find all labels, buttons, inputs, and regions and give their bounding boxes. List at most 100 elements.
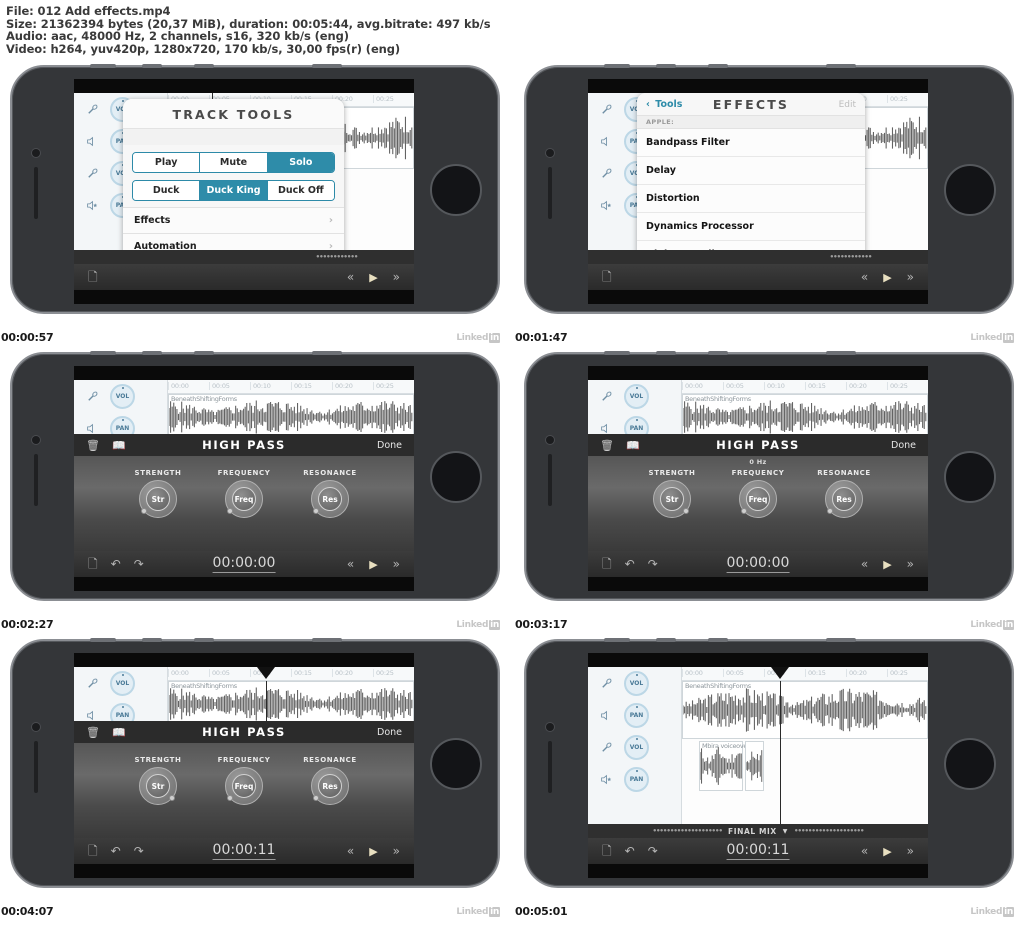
wrench-icon[interactable]: [588, 167, 624, 180]
speaker-star-icon[interactable]: [588, 199, 624, 212]
edit-button[interactable]: Edit: [839, 100, 856, 110]
vol-knob[interactable]: VOL: [624, 383, 649, 409]
track-head-row[interactable]: VOL: [588, 380, 681, 412]
effect-list-item[interactable]: Bandpass Filter: [637, 129, 865, 158]
volume-up-button[interactable]: [656, 351, 676, 356]
segment-solo[interactable]: Solo: [267, 153, 334, 173]
speaker-icon[interactable]: [74, 135, 110, 148]
wrench-icon[interactable]: [74, 390, 110, 403]
home-button[interactable]: [944, 737, 996, 790]
volume-down-button[interactable]: [194, 638, 214, 643]
play-icon[interactable]: ▶: [883, 846, 891, 857]
knob-handle[interactable]: [169, 795, 175, 802]
wrench-icon[interactable]: [588, 103, 624, 116]
freq-knob[interactable]: Freq: [739, 480, 777, 519]
volume-down-button[interactable]: [194, 351, 214, 356]
segment-duck-king[interactable]: Duck King: [200, 181, 268, 201]
undo-icon[interactable]: ↶: [625, 845, 635, 857]
redo-icon[interactable]: ↷: [134, 845, 144, 857]
res-knob[interactable]: Res: [825, 480, 863, 519]
fast-forward-icon[interactable]: »: [907, 558, 914, 570]
final-mix-bar[interactable]: ••••••••••••: [74, 250, 414, 265]
rewind-icon[interactable]: «: [861, 271, 868, 283]
document-icon[interactable]: 🗋: [602, 845, 612, 857]
chevron-down-icon[interactable]: ▼: [783, 828, 788, 835]
knob-handle[interactable]: [313, 795, 319, 802]
segment-duck-off[interactable]: Duck Off: [267, 181, 334, 201]
play-icon[interactable]: ▶: [883, 272, 891, 283]
volume-up-button[interactable]: [142, 351, 162, 356]
volume-up-button[interactable]: [656, 638, 676, 643]
home-button[interactable]: [944, 450, 996, 503]
fast-forward-icon[interactable]: »: [393, 558, 400, 570]
segment-mute[interactable]: Mute: [200, 153, 268, 173]
play-icon[interactable]: ▶: [883, 559, 891, 570]
home-button[interactable]: [430, 737, 482, 790]
rewind-icon[interactable]: «: [347, 558, 354, 570]
timeline-ruler[interactable]: 00:0000:0500:1000:1500:2000:25: [682, 380, 928, 395]
volume-up-button[interactable]: [142, 64, 162, 69]
volume-down-button[interactable]: [708, 64, 728, 69]
power-button[interactable]: [312, 64, 342, 69]
play-icon[interactable]: ▶: [369, 272, 377, 283]
wrench-icon[interactable]: [74, 167, 110, 180]
redo-icon[interactable]: ↷: [648, 558, 658, 570]
duck-mode-segmented[interactable]: Duck Duck King Duck Off: [132, 180, 335, 202]
wrench-icon[interactable]: [588, 677, 624, 690]
undo-icon[interactable]: ↶: [111, 845, 121, 857]
rewind-icon[interactable]: «: [347, 845, 354, 857]
timeline-ruler[interactable]: 00:0000:0500:1000:1500:2000:25: [682, 667, 928, 682]
vol-knob[interactable]: VOL: [110, 383, 135, 409]
freq-knob[interactable]: Freq: [225, 480, 263, 519]
fast-forward-icon[interactable]: »: [907, 845, 914, 857]
track-head-row[interactable]: PAN: [588, 699, 681, 731]
knob-handle[interactable]: [313, 508, 319, 515]
fast-forward-icon[interactable]: »: [393, 845, 400, 857]
document-icon[interactable]: 🗋: [602, 271, 612, 283]
res-knob[interactable]: Res: [311, 767, 349, 806]
rewind-icon[interactable]: «: [861, 558, 868, 570]
track-head-row[interactable]: VOL: [74, 667, 167, 699]
fast-forward-icon[interactable]: »: [907, 271, 914, 283]
wrench-icon[interactable]: [588, 741, 624, 754]
track-head-row[interactable]: VOL: [588, 731, 681, 763]
str-knob[interactable]: Str: [139, 480, 177, 519]
video-frame[interactable]: VOL PAN VOL PAN 00:0000:0500:1000:1500:2…: [514, 345, 1024, 609]
playback-mode-segmented[interactable]: Play Mute Solo: [132, 152, 335, 174]
vol-knob[interactable]: VOL: [624, 670, 649, 696]
back-to-tools-button[interactable]: ‹ Tools: [646, 99, 682, 110]
track-head-row[interactable]: PAN: [588, 763, 681, 795]
volume-up-button[interactable]: [656, 64, 676, 69]
video-frame[interactable]: VOL PAN VOL PAN 00:0000:0500:1000:1500:2…: [0, 632, 510, 896]
audio-clip-voice-b[interactable]: [745, 741, 764, 792]
wrench-icon[interactable]: [588, 390, 624, 403]
volume-down-button[interactable]: [708, 638, 728, 643]
video-frame[interactable]: VOL PAN VOL PAN 00:0000:0500:1000:1500:2…: [514, 58, 1024, 322]
knob-handle[interactable]: [227, 508, 233, 515]
pan-knob[interactable]: PAN: [624, 766, 649, 792]
pan-knob[interactable]: PAN: [624, 702, 649, 728]
redo-icon[interactable]: ↷: [134, 558, 144, 570]
document-icon[interactable]: 🗋: [602, 558, 612, 570]
str-knob[interactable]: Str: [653, 480, 691, 519]
effect-list-item[interactable]: Distortion: [637, 185, 865, 214]
timeline-ruler[interactable]: 00:0000:0500:1000:1500:2000:25: [168, 380, 414, 395]
fast-forward-icon[interactable]: »: [393, 271, 400, 283]
speaker-star-icon[interactable]: [588, 773, 624, 786]
power-button[interactable]: [312, 351, 342, 356]
popover-row-effects[interactable]: Effects ›: [123, 207, 344, 234]
knob-handle[interactable]: [683, 508, 689, 515]
home-button[interactable]: [430, 163, 482, 216]
document-icon[interactable]: 🗋: [88, 271, 98, 283]
track-head-row[interactable]: VOL: [74, 380, 167, 412]
play-icon[interactable]: ▶: [369, 846, 377, 857]
power-button[interactable]: [826, 64, 856, 69]
volume-down-button[interactable]: [194, 64, 214, 69]
home-button[interactable]: [944, 163, 996, 216]
knob-handle[interactable]: [827, 508, 833, 515]
audio-clip-music[interactable]: BeneathShiftingForms: [682, 681, 928, 740]
vol-knob[interactable]: VOL: [110, 670, 135, 696]
wrench-icon[interactable]: [74, 103, 110, 116]
audio-clip-voice-a[interactable]: Mbira voiceover: [699, 741, 750, 792]
speaker-icon[interactable]: [588, 135, 624, 148]
